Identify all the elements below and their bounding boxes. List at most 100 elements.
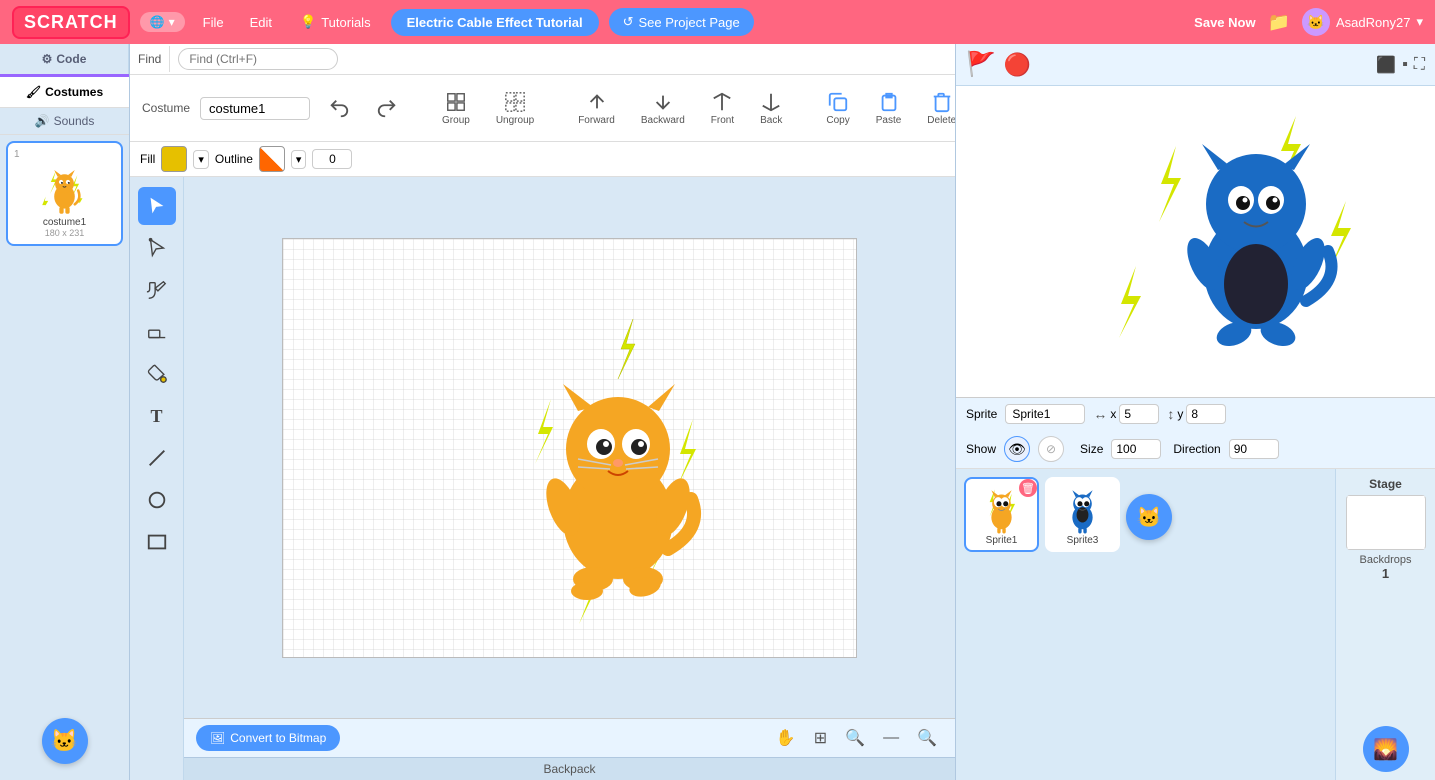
zoom-reset-btn[interactable]: — [877,727,905,749]
tab-sounds[interactable]: 🔊 Sounds [0,108,129,135]
group-label: Group [442,115,470,126]
sprite-list: 🗑 [956,469,1335,780]
ungroup-btn[interactable]: Ungroup [488,87,542,130]
tab-costumes[interactable]: 🖌 Costumes [0,74,129,108]
sprite-card-sprite3[interactable]: Sprite3 [1045,477,1120,552]
tab-code[interactable]: ⚙ Code [0,44,129,74]
edit-menu[interactable]: Edit [242,11,280,34]
tutorials-btn[interactable]: 💡 Tutorials [290,10,381,34]
save-now-btn[interactable]: Save Now [1194,15,1255,30]
right-panel: 🚩 🔴 ⬛ ▪ ⛶ [955,44,1435,780]
see-project-btn[interactable]: ↺ See Project Page [609,8,754,36]
paste-btn[interactable]: Paste [868,87,910,130]
select-tool-btn[interactable] [138,187,176,225]
outline-value[interactable] [312,149,352,169]
outline-label: Outline [215,152,253,166]
text-tool-btn[interactable]: T [138,397,176,435]
small-stage-btn[interactable]: ⬛ [1376,55,1396,75]
sprite-name-input[interactable] [1005,404,1085,424]
project-title-btn[interactable]: Electric Cable Effect Tutorial [391,9,599,36]
hand-tool-btn[interactable]: ✋ [770,726,802,750]
center-btn[interactable]: ⊞ [808,726,833,750]
back-btn[interactable]: Back [752,87,790,130]
add-sprite-section: 🐱 [1126,477,1172,552]
fill-dropdown[interactable]: ▾ [193,150,209,169]
eraser-tool-btn[interactable] [138,313,176,351]
convert-to-bitmap-btn[interactable]: 🖼 Convert to Bitmap [196,725,340,751]
zoom-in-btn[interactable]: 🔍 [911,726,943,750]
costume-name-label: Costume [142,101,190,115]
show-label: Show [966,442,996,456]
size-label: Size [1080,442,1103,456]
normal-stage-btn[interactable]: ▪ [1402,55,1408,75]
folder-icon[interactable]: 📁 [1268,12,1290,33]
direction-input[interactable] [1229,439,1279,459]
image-icon: 🖼 [210,731,225,745]
outline-dropdown[interactable]: ▾ [291,150,307,169]
file-menu[interactable]: File [195,11,232,34]
sprite1-label: Sprite1 [970,535,1033,546]
add-costume-btn[interactable]: 🐱 [42,718,88,764]
rect-tool-btn[interactable] [138,523,176,561]
username-label: AsadRony27 [1336,15,1410,30]
stage-thumbnail[interactable] [1346,495,1426,550]
copy-label: Copy [826,115,849,126]
paint-icon: 🖌 [26,85,41,99]
y-input[interactable] [1186,404,1226,424]
ungroup-label: Ungroup [496,115,534,126]
group-btn[interactable]: Group [434,87,478,130]
backward-btn[interactable]: Backward [633,87,693,130]
add-backdrop-btn[interactable]: 🌄 [1363,726,1409,772]
x-input[interactable] [1119,404,1159,424]
outline-color-swatch[interactable] [259,146,285,172]
fill-color-swatch[interactable] [161,146,187,172]
canvas-bg[interactable] [282,238,857,658]
stage-side-panel: Stage Backdrops 1 🌄 [1335,469,1435,780]
sprite1-delete-btn[interactable]: 🗑 [1019,479,1037,497]
copy-btn[interactable]: Copy [818,87,857,130]
user-dropdown-icon: ▾ [1416,14,1423,30]
circle-tool-btn[interactable] [138,481,176,519]
size-input[interactable] [1111,439,1161,459]
editor-column: Find Costume Group Ungroup [130,44,955,780]
canvas-area[interactable] [184,177,955,718]
show-hidden-btn[interactable]: ⊘ [1038,436,1064,462]
costume-name-input[interactable] [200,97,310,120]
redo-btn[interactable] [368,93,406,123]
sprite-label: Sprite [966,407,997,421]
speaker-icon: 🔊 [35,114,50,128]
stage-label: Stage [1369,477,1402,491]
language-selector[interactable]: 🌐 ▾ [140,12,185,32]
paste-label: Paste [876,115,902,126]
plus-icon: 🐱 [51,728,78,754]
costume-preview [30,160,100,215]
scratch-logo: SCRATCH [12,6,130,39]
stop-btn[interactable]: 🔴 [1004,52,1031,78]
show-visible-btn[interactable]: 👁 [1004,436,1030,462]
canvas-wrapper: 🖼 Convert to Bitmap ✋ ⊞ 🔍 — 🔍 Backpack [184,177,955,780]
undo-btn[interactable] [320,93,358,123]
find-input[interactable] [178,48,338,70]
sprite-card-wrap-3: Sprite3 [1045,477,1120,552]
sprite-card-sprite1[interactable]: 🗑 [964,477,1039,552]
reshape-tool-btn[interactable] [138,229,176,267]
add-sprite-btn[interactable]: 🐱 [1126,494,1172,540]
forward-btn[interactable]: Forward [570,87,623,130]
zoom-out-btn[interactable]: 🔍 [839,726,871,750]
sprite3-thumbnail [1055,481,1110,536]
delete-btn[interactable]: Delete [919,87,955,130]
main-layout: ⚙ Code 🖌 Costumes 🔊 Sounds 1 [0,44,1435,780]
costume-item[interactable]: 1 [6,141,123,246]
brush-tool-btn[interactable] [138,271,176,309]
x-label: x [1110,407,1116,421]
fill-tool-btn[interactable] [138,355,176,393]
y-label: y [1177,407,1183,421]
sprite-info-bar: Sprite ↔ x ↕ y Show 👁 ⊘ Size Direction [956,398,1435,469]
user-menu[interactable]: 🐱 AsadRony27 ▾ [1302,8,1423,36]
find-label: Find [130,46,170,72]
green-flag-btn[interactable]: 🚩 [966,50,996,79]
line-tool-btn[interactable] [138,439,176,477]
fullscreen-btn[interactable]: ⛶ [1414,55,1425,75]
tabs: ⚙ Code [0,44,129,74]
front-btn[interactable]: Front [703,87,742,130]
